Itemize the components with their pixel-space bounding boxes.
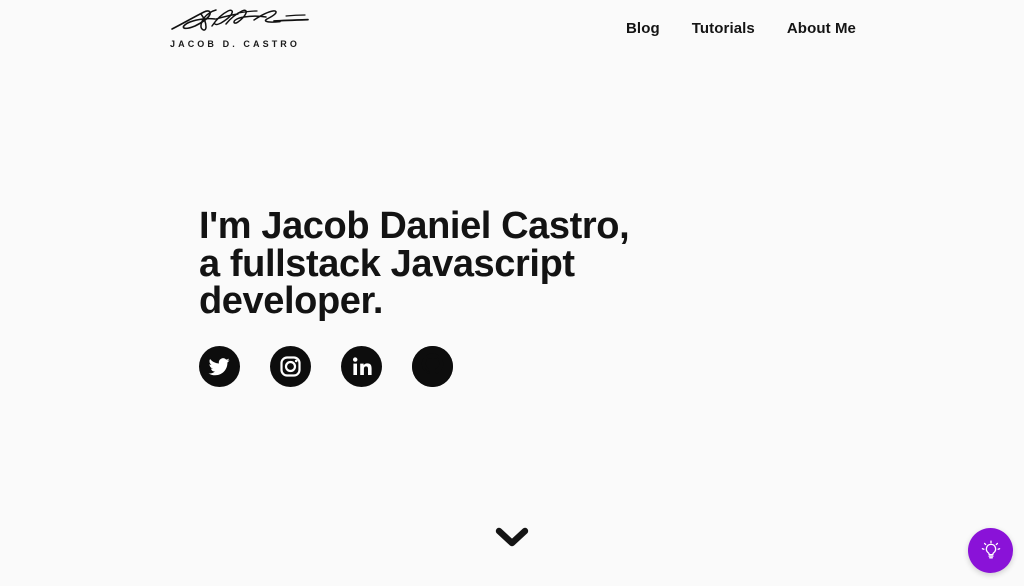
linkedin-icon — [353, 356, 372, 375]
social-links — [199, 345, 819, 387]
social-link-instagram[interactable] — [270, 345, 311, 387]
brand-name: JACOB D. CASTRO — [170, 39, 301, 49]
brand-logo[interactable]: JACOB D. CASTRO — [168, 6, 318, 49]
lightbulb-icon — [981, 540, 1000, 558]
heading-line-1: I'm Jacob Daniel Castro, — [199, 205, 630, 247]
site-header: JACOB D. CASTRO Blog Tutorials About Me — [0, 0, 1024, 64]
nav-link-tutorials[interactable]: Tutorials — [676, 20, 771, 37]
page-title: I'm Jacob Daniel Castro, a fullstack Jav… — [199, 205, 819, 322]
nav-link-about-me[interactable]: About Me — [771, 20, 856, 37]
chevron-down-icon — [495, 527, 529, 547]
scroll-down-button[interactable] — [495, 526, 529, 548]
heading-line-2: a fullstack Javascript — [199, 242, 575, 285]
hero-section: I'm Jacob Daniel Castro, a fullstack Jav… — [199, 205, 819, 387]
social-link-linkedin[interactable] — [341, 345, 382, 387]
signature-icon — [171, 9, 309, 31]
nav-link-blog[interactable]: Blog — [610, 20, 676, 37]
instagram-icon — [280, 355, 301, 377]
social-link-github[interactable] — [412, 345, 453, 387]
twitter-icon — [208, 357, 230, 375]
github-icon — [412, 345, 453, 387]
theme-toggle-button[interactable] — [968, 528, 1013, 573]
main-nav: Blog Tutorials About Me — [610, 20, 856, 37]
heading-line-3: developer. — [199, 280, 383, 322]
social-link-twitter[interactable] — [199, 345, 240, 387]
